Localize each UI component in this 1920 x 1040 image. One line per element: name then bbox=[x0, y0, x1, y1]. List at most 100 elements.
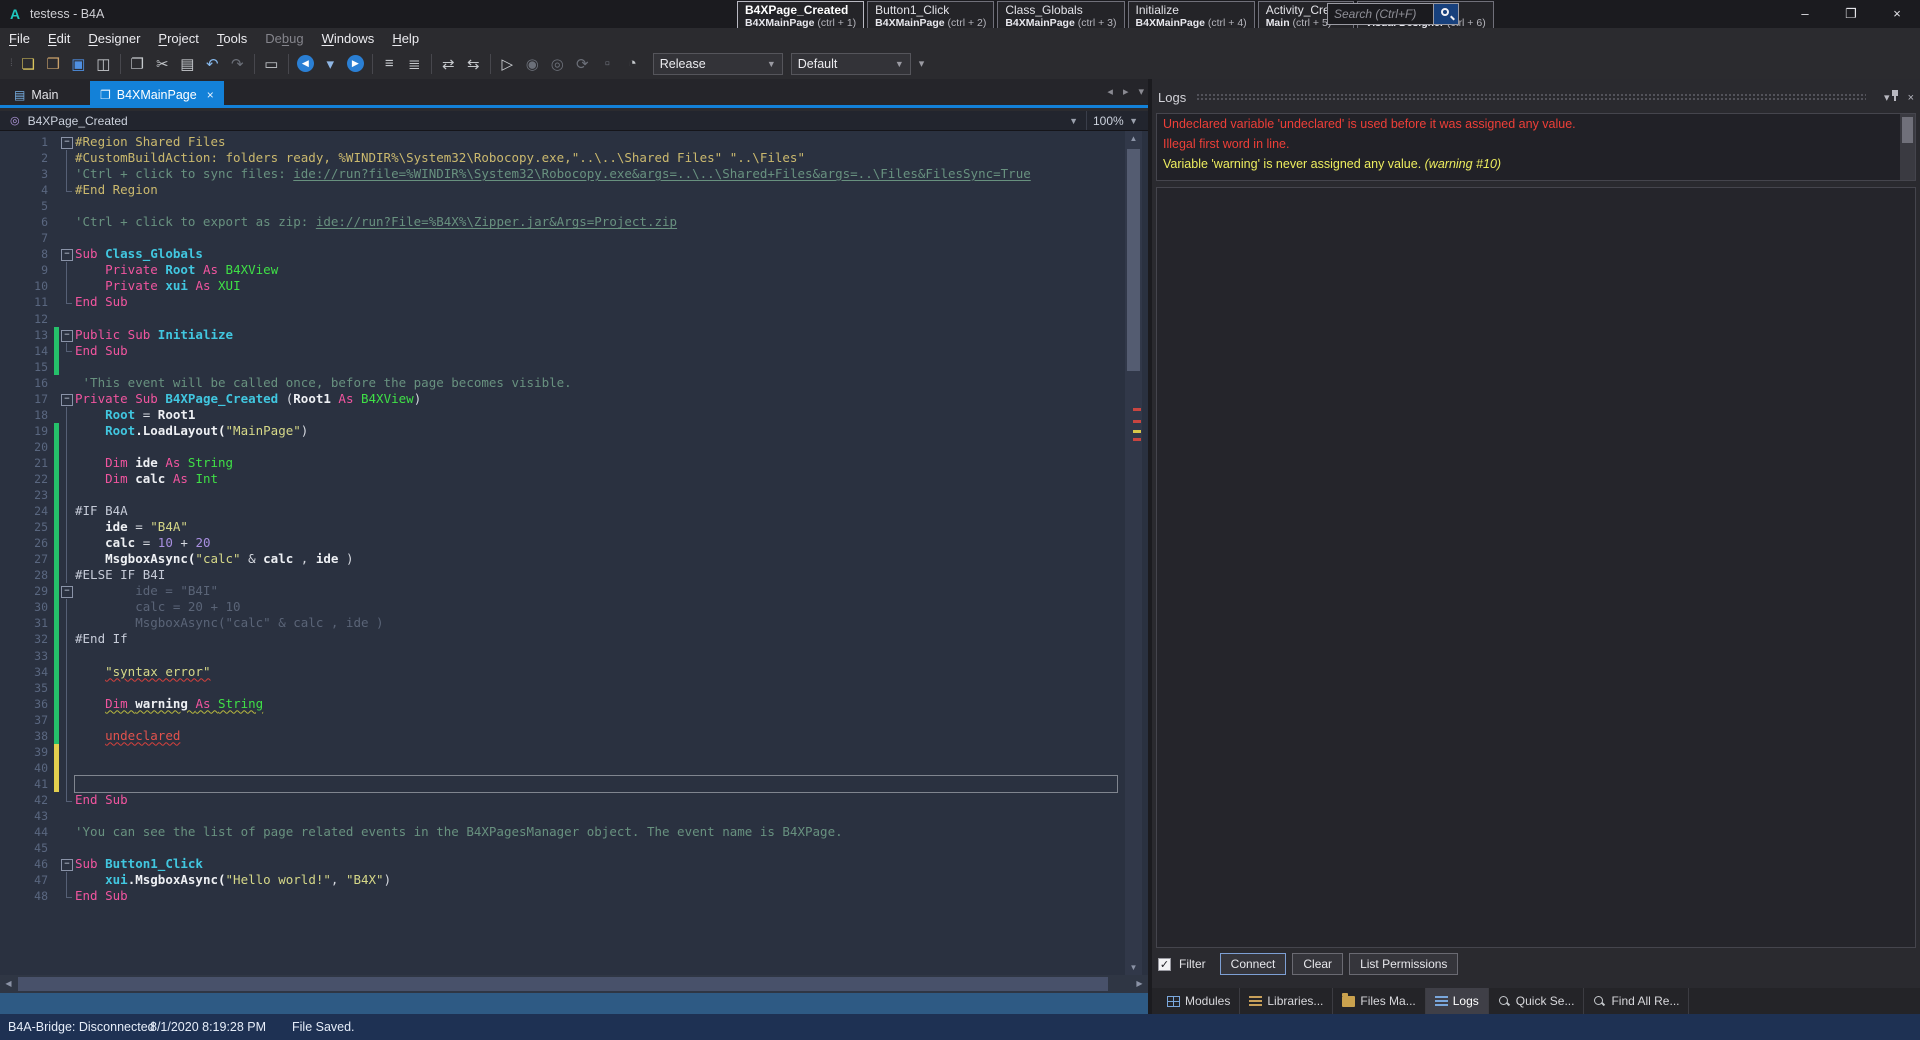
log-warning-message[interactable]: Undeclared variable 'undeclared' is used… bbox=[1157, 114, 1915, 134]
code-line[interactable]: 11End Sub bbox=[0, 294, 1110, 310]
code-line[interactable]: 39 bbox=[0, 744, 1110, 760]
vertical-scroll-thumb[interactable] bbox=[1127, 149, 1140, 371]
compile-only-button[interactable]: ◔ bbox=[620, 52, 645, 76]
fold-toggle-icon[interactable] bbox=[59, 246, 75, 262]
menu-tools[interactable]: Tools bbox=[208, 29, 256, 48]
tool-tab-logs[interactable]: Logs bbox=[1426, 988, 1489, 1014]
code-line[interactable]: 19 Root.LoadLayout("MainPage") bbox=[0, 423, 1110, 439]
code-line[interactable]: 30 calc = 20 + 10 bbox=[0, 599, 1110, 615]
code-line[interactable]: 20 bbox=[0, 439, 1110, 455]
connect-button[interactable]: Connect bbox=[1220, 953, 1287, 975]
code-line[interactable]: 9 Private Root As B4XView bbox=[0, 262, 1110, 278]
code-editor[interactable]: 1#Region Shared Files2#CustomBuildAction… bbox=[0, 131, 1148, 975]
navigate-back-menu-button[interactable]: ▾ bbox=[318, 52, 343, 76]
code-line[interactable]: 33 bbox=[0, 648, 1110, 664]
tool-tab-libraries-[interactable]: Libraries... bbox=[1240, 988, 1333, 1014]
undo-button[interactable]: ↶ bbox=[200, 52, 225, 76]
filter-checkbox[interactable]: ✓ bbox=[1158, 958, 1171, 971]
code-line[interactable]: 35 bbox=[0, 680, 1110, 696]
tab-main[interactable]: ▤Main bbox=[4, 81, 68, 108]
scroll-up-arrow-icon[interactable]: ▲ bbox=[1125, 131, 1142, 146]
code-line[interactable]: 25 ide = "B4A" bbox=[0, 519, 1110, 535]
code-line[interactable]: 10 Private xui As XUI bbox=[0, 278, 1110, 294]
code-line[interactable]: 8Sub Class_Globals bbox=[0, 246, 1110, 262]
tool-tab-find-all-re-[interactable]: Find All Re... bbox=[1584, 988, 1689, 1014]
profile-select[interactable]: Default▼ bbox=[791, 53, 911, 75]
warnings-scrollbar[interactable] bbox=[1900, 114, 1915, 180]
tool-tab-files-ma-[interactable]: Files Ma... bbox=[1333, 988, 1425, 1014]
code-line[interactable]: 44'You can see the list of page related … bbox=[0, 824, 1110, 840]
fold-toggle-icon[interactable] bbox=[59, 583, 75, 599]
scroll-tabs-left-icon[interactable]: ◂ bbox=[1107, 85, 1113, 98]
open-project-button[interactable]: ❒ bbox=[41, 52, 66, 76]
code-line[interactable]: 29 ide = "B4I" bbox=[0, 583, 1110, 599]
sub-dropdown-chevron-icon[interactable]: ▼ bbox=[1069, 116, 1078, 126]
search-input[interactable] bbox=[1327, 3, 1433, 25]
modules-list-button[interactable]: ≡ bbox=[377, 52, 402, 76]
code-line[interactable]: 26 calc = 10 + 20 bbox=[0, 535, 1110, 551]
scroll-down-arrow-icon[interactable]: ▼ bbox=[1125, 960, 1142, 975]
fold-toggle-icon[interactable] bbox=[59, 391, 75, 407]
tab-b4xmainpage[interactable]: ❐B4XMainPage× bbox=[90, 81, 224, 108]
code-line[interactable]: 16 'This event will be called once, befo… bbox=[0, 375, 1110, 391]
auto-hide-pin-icon[interactable] bbox=[1890, 89, 1900, 101]
build-configuration-select[interactable]: Release▼ bbox=[653, 53, 783, 75]
run-button[interactable]: ▷ bbox=[495, 52, 520, 76]
tool-tab-quick-se-[interactable]: Quick Se... bbox=[1489, 988, 1585, 1014]
fold-toggle-icon[interactable] bbox=[59, 134, 75, 150]
code-line[interactable]: 3'Ctrl + click to sync files: ide://run?… bbox=[0, 166, 1110, 182]
navigate-back-button[interactable]: ◀ bbox=[293, 52, 318, 76]
code-line[interactable]: 31 MsgboxAsync("calc" & calc , ide ) bbox=[0, 615, 1110, 631]
sub-list-button[interactable]: ≣ bbox=[402, 52, 427, 76]
code-line[interactable]: 42End Sub bbox=[0, 792, 1110, 808]
code-line[interactable]: 6'Ctrl + click to export as zip: ide://r… bbox=[0, 214, 1110, 230]
log-warning-message[interactable]: Variable 'warning' is never assigned any… bbox=[1157, 154, 1915, 174]
code-line[interactable]: 12 bbox=[0, 311, 1110, 327]
code-line[interactable]: 43 bbox=[0, 808, 1110, 824]
code-line[interactable]: 28#ELSE IF B4I bbox=[0, 567, 1110, 583]
cut-button[interactable]: ✂ bbox=[150, 52, 175, 76]
code-line[interactable]: 38 undeclared bbox=[0, 728, 1110, 744]
refresh-libraries-button[interactable]: ⇆ bbox=[461, 52, 486, 76]
code-line[interactable]: 40 bbox=[0, 760, 1110, 776]
menu-file[interactable]: File bbox=[0, 29, 39, 48]
log-warning-message[interactable]: Illegal first word in line. bbox=[1157, 134, 1915, 154]
code-line[interactable]: 14End Sub bbox=[0, 343, 1110, 359]
code-line[interactable]: 36 Dim warning As String bbox=[0, 696, 1110, 712]
code-line[interactable]: 13Public Sub Initialize bbox=[0, 327, 1110, 343]
code-line[interactable]: 41 bbox=[0, 776, 1110, 792]
editor-vertical-scrollbar[interactable]: ▲ ▼ bbox=[1125, 131, 1142, 975]
warnings-scroll-thumb[interactable] bbox=[1902, 117, 1913, 143]
code-line[interactable]: 4#End Region bbox=[0, 182, 1110, 198]
menu-help[interactable]: Help bbox=[383, 29, 428, 48]
editor-zoom-select[interactable]: 100% ▼ bbox=[1086, 111, 1144, 130]
scroll-left-arrow-icon[interactable]: ◀ bbox=[0, 975, 17, 993]
code-line[interactable]: 17Private Sub B4XPage_Created (Root1 As … bbox=[0, 391, 1110, 407]
code-line[interactable]: 46Sub Button1_Click bbox=[0, 856, 1110, 872]
code-line[interactable]: 15 bbox=[0, 359, 1110, 375]
code-line[interactable]: 5 bbox=[0, 198, 1110, 214]
menu-edit[interactable]: Edit bbox=[39, 29, 79, 48]
code-line[interactable]: 18 Root = Root1 bbox=[0, 407, 1110, 423]
code-line[interactable]: 27 MsgboxAsync("calc" & calc , ide ) bbox=[0, 551, 1110, 567]
code-line[interactable]: 48End Sub bbox=[0, 888, 1110, 904]
code-line[interactable]: 22 Dim calc As Int bbox=[0, 471, 1110, 487]
menu-debug[interactable]: Debug bbox=[256, 29, 312, 48]
clear-button[interactable]: Clear bbox=[1292, 953, 1343, 975]
code-line[interactable]: 1#Region Shared Files bbox=[0, 134, 1110, 150]
save-button[interactable]: ▣ bbox=[66, 52, 91, 76]
scroll-tabs-right-icon[interactable]: ▸ bbox=[1123, 85, 1129, 98]
new-project-button[interactable]: ❏ bbox=[16, 52, 41, 76]
minimize-button[interactable]: – bbox=[1782, 0, 1828, 28]
close-button[interactable]: × bbox=[1874, 0, 1920, 28]
copy-button[interactable]: ❐ bbox=[125, 52, 150, 76]
sync-files-button[interactable]: ⇄ bbox=[436, 52, 461, 76]
fold-toggle-icon[interactable] bbox=[59, 856, 75, 872]
code-line[interactable]: 2#CustomBuildAction: folders ready, %WIN… bbox=[0, 150, 1110, 166]
code-line[interactable]: 21 Dim ide As String bbox=[0, 455, 1110, 471]
navigate-forward-button[interactable]: ▶ bbox=[343, 52, 368, 76]
log-output-area[interactable] bbox=[1156, 187, 1916, 948]
restore-button[interactable]: ❐ bbox=[1828, 0, 1874, 28]
panel-drag-grip[interactable] bbox=[1196, 93, 1866, 102]
scroll-right-arrow-icon[interactable]: ▶ bbox=[1131, 975, 1148, 993]
